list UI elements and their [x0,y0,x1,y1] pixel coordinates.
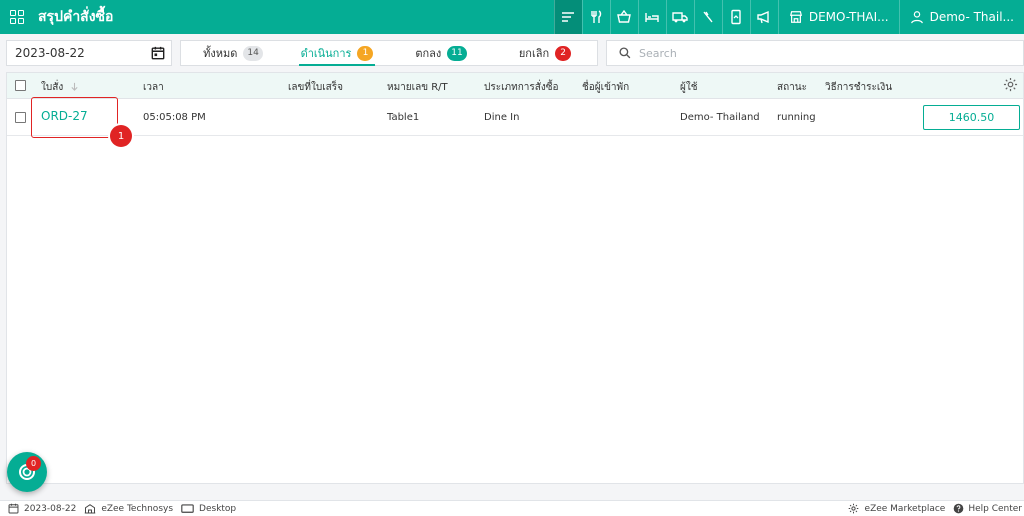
footer-mode: Desktop [181,504,236,514]
top-toolbar: DEMO-THAI... Demo- Thail... [553,0,1024,34]
top-bar: สรุปคำสั่งซื้อ DEMO-THAI... Demo- Thail.… [0,0,1024,34]
tab-label: ตกลง [415,47,442,60]
help-center-link[interactable]: Help Center [968,504,1022,514]
status-tabs: ทั้งหมด 14 ดำเนินการ 1 ตกลง 11 ยกเลิก 2 [180,40,598,66]
table-row[interactable]: ORD-27 05:05:08 PM Table1 Dine In Demo- … [7,99,1023,136]
page-title: สรุปคำสั่งซื้อ [38,9,114,25]
tab-label: ยกเลิก [518,47,550,60]
gear-icon[interactable] [848,503,859,514]
annotation-marker: 1 [110,125,132,147]
user-name: Demo- Thail... [929,10,1014,24]
search-icon [619,47,631,59]
column-header-payment: วิธีการชำระเงิน [825,82,893,93]
bed-icon[interactable] [637,0,666,34]
column-header-order[interactable]: ใบสั่ง [41,80,79,95]
order-type: Dine In [484,112,520,123]
restaurant-icon[interactable] [581,0,610,34]
count-badge: 1 [357,45,374,61]
marketplace-link[interactable]: eZee Marketplace [865,504,946,514]
apps-grid-icon[interactable] [10,10,24,24]
settings-gear-icon[interactable] [1003,77,1018,92]
annotation-highlight-box [31,97,118,138]
user-name-cell: Demo- Thailand [680,112,760,123]
user-menu[interactable]: Demo- Thail... [898,0,1024,34]
footer-date: 2023-08-22 [8,503,76,514]
count-badge: 11 [447,45,467,61]
date-value: 2023-08-22 [15,46,85,60]
property-selector[interactable]: DEMO-THAI... [777,0,899,34]
order-time: 05:05:08 PM [143,112,206,123]
select-all-checkbox[interactable] [15,80,26,91]
desktop-icon [181,503,194,513]
tab-label: ดำเนินการ [300,47,352,60]
footer-company: eZee Technosys [84,503,173,514]
column-header-receipt: เลขที่ใบเสร็จ [288,82,343,93]
rt-number: Table1 [387,112,420,123]
delivery-truck-icon[interactable] [665,0,694,34]
tab-all[interactable]: ทั้งหมด 14 [181,41,285,65]
tab-label: ทั้งหมด [203,47,238,60]
notification-count-badge: 0 [26,456,41,471]
building-icon [85,504,96,514]
count-badge: 14 [243,45,263,61]
date-picker[interactable]: 2023-08-22 [6,40,172,66]
column-header-guest: ชื่อผู้เข้าพัก [582,82,630,93]
footer-links: eZee Marketplace Help Center [848,503,1022,514]
order-list-icon[interactable] [553,0,582,34]
store-icon [789,11,802,23]
tab-running[interactable]: ดำเนินการ 1 [285,41,389,66]
orders-table: ใบสั่ง เวลา เลขที่ใบเสร็จ หมายเลข R/T ปร… [6,72,1024,484]
help-icon[interactable] [953,503,964,514]
no-service-icon[interactable] [693,0,722,34]
calendar-icon [8,503,19,514]
row-checkbox[interactable] [15,112,26,123]
tab-settled[interactable]: ตกลง 11 [389,41,493,65]
column-header-order-type: ประเภทการสั่งซื้อ [484,82,559,93]
table-header: ใบสั่ง เวลา เลขที่ใบเสร็จ หมายเลข R/T ปร… [7,73,1023,99]
tab-cancelled[interactable]: ยกเลิก 2 [493,41,597,65]
order-amount-button[interactable]: 1460.50 [923,105,1020,130]
column-header-rt-number: หมายเลข R/T [387,82,448,93]
basket-icon[interactable] [609,0,638,34]
column-header-status: สถานะ [777,82,807,93]
column-header-user: ผู้ใช้ [680,82,698,93]
mobile-order-icon[interactable] [721,0,750,34]
column-header-time: เวลา [143,82,164,93]
property-name: DEMO-THAI... [808,10,889,24]
user-icon [910,11,923,24]
status-footer: 2023-08-22 eZee Technosys Desktop eZee M… [0,500,1024,516]
search-bar [606,40,1024,66]
calendar-icon[interactable] [151,46,165,60]
order-status: running [777,112,816,123]
announcement-icon[interactable] [749,0,778,34]
sort-arrow-down-icon[interactable] [70,82,79,91]
search-input[interactable] [639,46,999,60]
count-badge: 2 [555,45,572,61]
